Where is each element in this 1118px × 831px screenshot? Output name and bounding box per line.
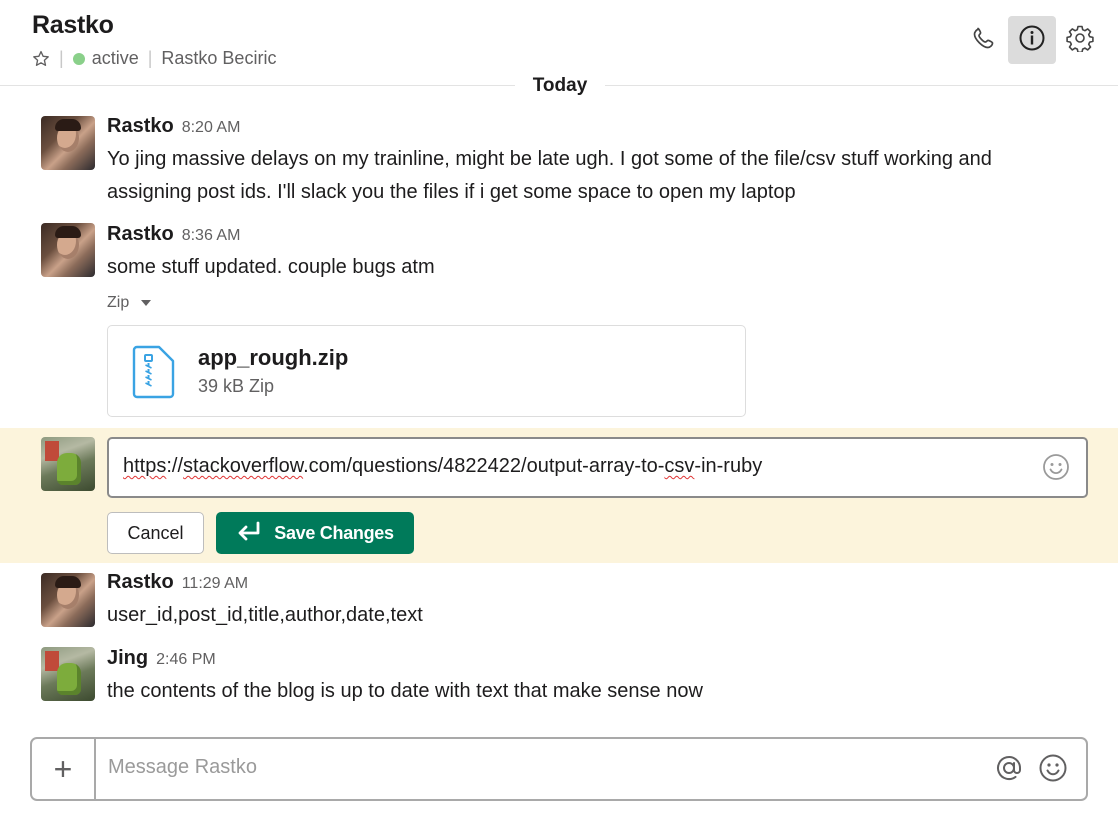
edit-text-segment: https	[123, 455, 167, 477]
file-attachment[interactable]: app_rough.zip 39 kB Zip	[107, 325, 746, 417]
emoji-icon[interactable]	[1042, 453, 1070, 481]
message-text: the contents of the blog is up to date w…	[107, 680, 703, 702]
edit-text-segment: -in-ruby	[694, 455, 763, 477]
cancel-button[interactable]: Cancel	[107, 512, 204, 554]
mention-icon[interactable]	[994, 753, 1024, 783]
edit-message-input[interactable]: https://stackoverflow.com/questions/4822…	[107, 437, 1088, 498]
attachment-type-label: Zip	[107, 294, 130, 311]
sender-name[interactable]: Rastko	[107, 571, 174, 594]
save-changes-label: Save Changes	[274, 522, 394, 543]
file-meta: 39 kB Zip	[198, 376, 275, 396]
info-icon	[1018, 24, 1046, 57]
divider: |	[147, 48, 153, 68]
edit-text-segment: stackoverflow	[183, 455, 304, 477]
message-text: Yo jing massive delays on my trainline, …	[107, 148, 992, 203]
message-edit-row: https://stackoverflow.com/questions/4822…	[0, 428, 1118, 563]
avatar[interactable]	[41, 647, 95, 701]
user-full-name: Rastko Beciric	[161, 48, 277, 68]
message: Rastko 8:36 AM some stuff updated. coupl…	[0, 222, 1118, 282]
message-input[interactable]	[108, 756, 968, 779]
day-divider: Today	[515, 72, 605, 100]
message-header: Rastko 11:29 AM	[107, 571, 248, 594]
message: Rastko 11:29 AM user_id,post_id,title,au…	[0, 570, 1118, 632]
sender-name[interactable]: Rastko	[107, 223, 174, 246]
message: Jing 2:46 PM the contents of the blog is…	[0, 646, 1118, 708]
message-header: Rastko 8:36 AM	[107, 223, 240, 246]
star-icon[interactable]	[32, 50, 50, 68]
edit-text-segment: csv	[664, 455, 695, 477]
avatar[interactable]	[41, 223, 95, 277]
attachment-toggle[interactable]: Zip	[107, 294, 152, 312]
details-button[interactable]	[1008, 16, 1056, 64]
save-changes-button[interactable]: Save Changes	[216, 512, 414, 554]
timestamp[interactable]: 11:29 AM	[182, 575, 248, 593]
avatar[interactable]	[41, 437, 95, 491]
presence-dot	[72, 52, 85, 65]
timestamp[interactable]: 8:20 AM	[182, 119, 241, 137]
sender-name[interactable]: Rastko	[107, 115, 174, 138]
timestamp[interactable]: 8:36 AM	[182, 227, 241, 245]
edit-text-segment: .com/questions/4822422/output-array-to-	[303, 455, 665, 477]
message-text: user_id,post_id,title,author,date,text	[107, 604, 423, 626]
plus-icon: +	[53, 750, 73, 787]
message: Rastko 8:20 AM Yo jing massive delays on…	[0, 114, 1118, 210]
timestamp[interactable]: 2:46 PM	[156, 651, 216, 669]
channel-title[interactable]: Rastko	[32, 11, 114, 40]
call-button[interactable]	[960, 16, 1008, 64]
message-composer: +	[30, 737, 1088, 801]
header-actions	[960, 16, 1104, 64]
file-name[interactable]: app_rough.zip	[198, 345, 348, 371]
enter-icon	[236, 520, 274, 547]
phone-icon	[970, 24, 998, 57]
message-header: Rastko 8:20 AM	[107, 115, 240, 138]
divider: |	[59, 48, 64, 68]
edit-text-segment: ://	[166, 455, 184, 477]
avatar[interactable]	[41, 573, 95, 627]
message-text: some stuff updated. couple bugs atm	[107, 256, 435, 278]
avatar[interactable]	[41, 116, 95, 170]
gear-icon	[1066, 24, 1094, 57]
sender-name[interactable]: Jing	[107, 647, 148, 670]
settings-button[interactable]	[1056, 16, 1104, 64]
presence-status: active	[91, 48, 139, 68]
zip-file-icon	[132, 345, 176, 399]
add-attachment-button[interactable]: +	[32, 739, 96, 799]
channel-meta: | active | Rastko Beciric	[32, 48, 276, 69]
caret-down-icon	[141, 300, 152, 306]
message-header: Jing 2:46 PM	[107, 647, 216, 670]
emoji-icon[interactable]	[1038, 753, 1068, 783]
